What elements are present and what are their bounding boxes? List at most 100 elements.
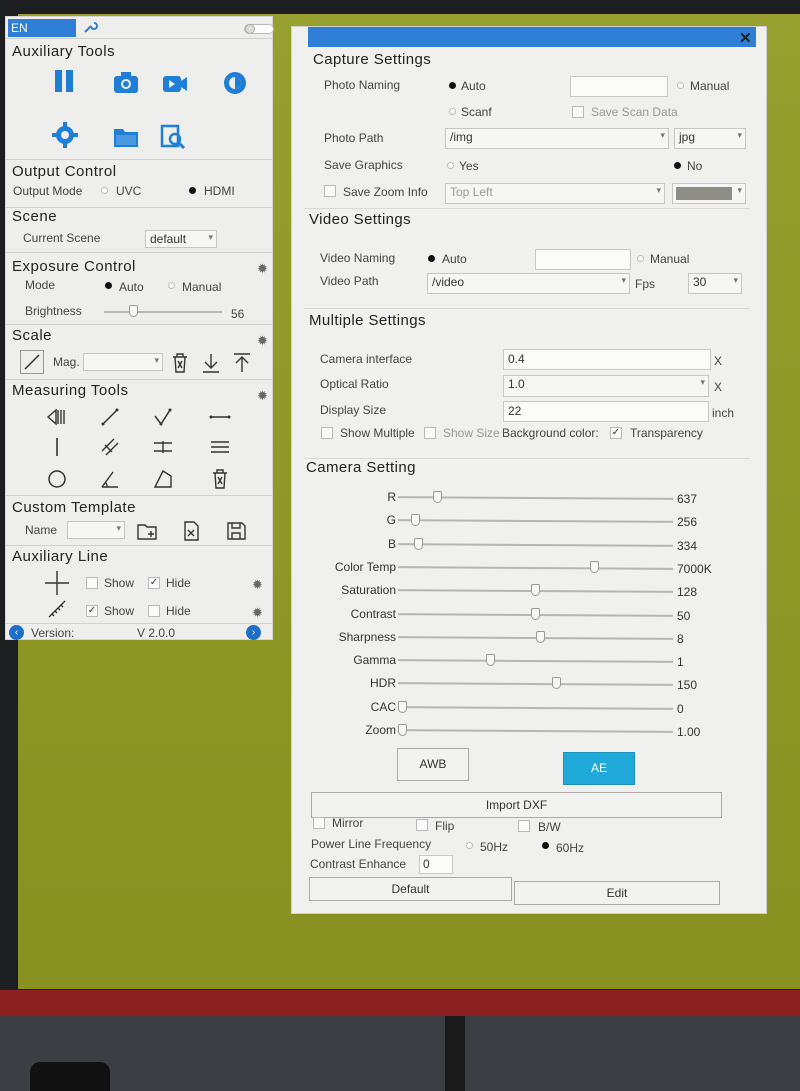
pause-icon[interactable]	[50, 67, 78, 95]
ruler-settings-gear-icon[interactable]: ✹	[251, 606, 264, 619]
ae-button[interactable]: AE	[563, 752, 635, 785]
angle-tool-icon[interactable]	[99, 468, 121, 490]
default-button[interactable]: Default	[309, 877, 512, 901]
g-slider-thumb[interactable]	[411, 514, 421, 527]
video-name-input[interactable]	[535, 249, 631, 270]
optical-ratio-select[interactable]: 1.0	[503, 375, 709, 397]
scale-line-icon[interactable]	[20, 350, 44, 374]
b-slider-track[interactable]	[397, 542, 674, 547]
toggle-switch[interactable]	[244, 24, 274, 34]
video-path-select[interactable]: /video	[427, 273, 630, 294]
photo-path-select[interactable]: /img	[445, 128, 669, 149]
gamma-slider-track[interactable]	[397, 659, 674, 663]
zoom-position-select[interactable]: Top Left	[445, 183, 665, 204]
brightness-slider-track[interactable]	[104, 311, 222, 313]
exposure-manual-radio[interactable]	[168, 282, 175, 289]
mirror-checkbox[interactable]	[313, 817, 325, 829]
hdr-slider-track[interactable]	[397, 682, 674, 687]
freq-60hz-radio[interactable]	[542, 842, 549, 849]
color-temp-slider-thumb[interactable]	[589, 560, 599, 573]
output-hdmi-radio[interactable]	[189, 187, 196, 194]
photo-naming-manual-radio[interactable]	[677, 82, 684, 89]
fps-select[interactable]: 30	[688, 273, 742, 294]
scale-settings-gear-icon[interactable]: ✹	[256, 334, 269, 347]
language-selector[interactable]: EN	[8, 19, 76, 37]
vertical-line-icon[interactable]	[46, 436, 68, 458]
zoom-color-select[interactable]	[672, 183, 746, 204]
cac-slider-thumb[interactable]	[398, 700, 407, 713]
save-graphics-yes-radio[interactable]	[447, 162, 454, 169]
show-multiple-checkbox[interactable]	[321, 427, 333, 439]
photo-format-select[interactable]: jpg	[674, 128, 746, 149]
import-dxf-button[interactable]: Import DXF	[311, 792, 722, 818]
bw-checkbox[interactable]	[518, 820, 530, 832]
brightness-slider-thumb[interactable]	[129, 305, 138, 317]
b-slider-thumb[interactable]	[413, 537, 423, 550]
r-slider-thumb[interactable]	[432, 491, 442, 503]
save-graphics-no-radio[interactable]	[674, 162, 681, 169]
delete-icon[interactable]	[169, 352, 191, 374]
brightness-icon[interactable]	[221, 69, 249, 97]
settings-gear-icon[interactable]	[51, 121, 79, 149]
measuring-settings-gear-icon[interactable]: ✹	[256, 389, 269, 402]
prev-arrow-icon[interactable]: ‹	[9, 625, 24, 640]
output-uvc-radio[interactable]	[101, 187, 108, 194]
crosshair-settings-gear-icon[interactable]: ✹	[251, 578, 264, 591]
circle-tool-icon[interactable]	[46, 468, 68, 490]
photo-naming-auto-radio[interactable]	[449, 82, 456, 89]
flip-checkbox[interactable]	[416, 819, 428, 831]
image-search-icon[interactable]	[159, 123, 187, 151]
cac-slider-track[interactable]	[397, 705, 674, 710]
wrench-icon[interactable]	[82, 19, 98, 35]
edit-button[interactable]: Edit	[514, 881, 720, 905]
contrast-enhance-spinbox[interactable]: 0	[419, 855, 453, 874]
display-size-input[interactable]: 22	[503, 401, 709, 422]
horizontal-line-icon[interactable]	[209, 406, 231, 428]
polyline-tool-icon[interactable]	[152, 406, 174, 428]
horizontal-parallel-icon[interactable]	[152, 436, 174, 458]
zoom-slider-thumb[interactable]	[398, 724, 407, 736]
video-naming-auto-radio[interactable]	[428, 255, 435, 262]
close-icon[interactable]: ✕	[739, 29, 752, 47]
video-record-icon[interactable]	[161, 70, 189, 98]
video-naming-manual-radio[interactable]	[637, 255, 644, 262]
color-temp-slider-track[interactable]	[397, 566, 674, 570]
hdr-slider-thumb[interactable]	[552, 677, 562, 690]
save-icon[interactable]	[225, 520, 247, 542]
distance-icon[interactable]	[209, 436, 231, 458]
gamma-slider-thumb[interactable]	[485, 654, 495, 667]
transparency-checkbox[interactable]: ✓	[610, 427, 622, 439]
photo-naming-scanf-radio[interactable]	[449, 108, 456, 115]
current-scene-select[interactable]: default	[145, 230, 217, 248]
photo-name-input[interactable]	[570, 76, 668, 97]
exposure-settings-gear-icon[interactable]: ✹	[256, 262, 269, 275]
camera-interface-input[interactable]: 0.4	[503, 349, 711, 370]
new-folder-icon[interactable]	[136, 520, 158, 542]
exposure-auto-radio[interactable]	[105, 282, 112, 289]
saturation-slider-thumb[interactable]	[531, 584, 540, 597]
crosshair-show-checkbox[interactable]	[86, 577, 98, 589]
freq-50hz-radio[interactable]	[466, 842, 473, 849]
clear-measurements-icon[interactable]	[209, 468, 231, 490]
template-name-select[interactable]	[67, 521, 125, 539]
g-slider-track[interactable]	[397, 519, 674, 524]
save-zoom-info-checkbox[interactable]	[324, 185, 336, 197]
awb-button[interactable]: AWB	[397, 748, 469, 781]
sharpness-slider-thumb[interactable]	[536, 630, 546, 643]
camera-icon[interactable]	[112, 69, 140, 97]
zoom-slider-track[interactable]	[397, 729, 674, 733]
close-file-icon[interactable]	[180, 520, 202, 542]
line-tool-icon[interactable]	[99, 406, 121, 428]
ruler-show-checkbox[interactable]: ✓	[86, 605, 98, 617]
save-scan-data-checkbox[interactable]	[572, 106, 584, 118]
upload-icon[interactable]	[231, 352, 253, 374]
measure-select-icon[interactable]	[46, 406, 68, 428]
parallel-lines-icon[interactable]	[99, 436, 121, 458]
download-icon[interactable]	[200, 352, 222, 374]
show-size-checkbox[interactable]	[424, 427, 436, 439]
polygon-tool-icon[interactable]	[152, 468, 174, 490]
folder-icon[interactable]	[112, 123, 140, 151]
crosshair-hide-checkbox[interactable]: ✓	[148, 577, 160, 589]
next-arrow-icon[interactable]: ›	[246, 625, 261, 640]
ruler-hide-checkbox[interactable]	[148, 605, 160, 617]
